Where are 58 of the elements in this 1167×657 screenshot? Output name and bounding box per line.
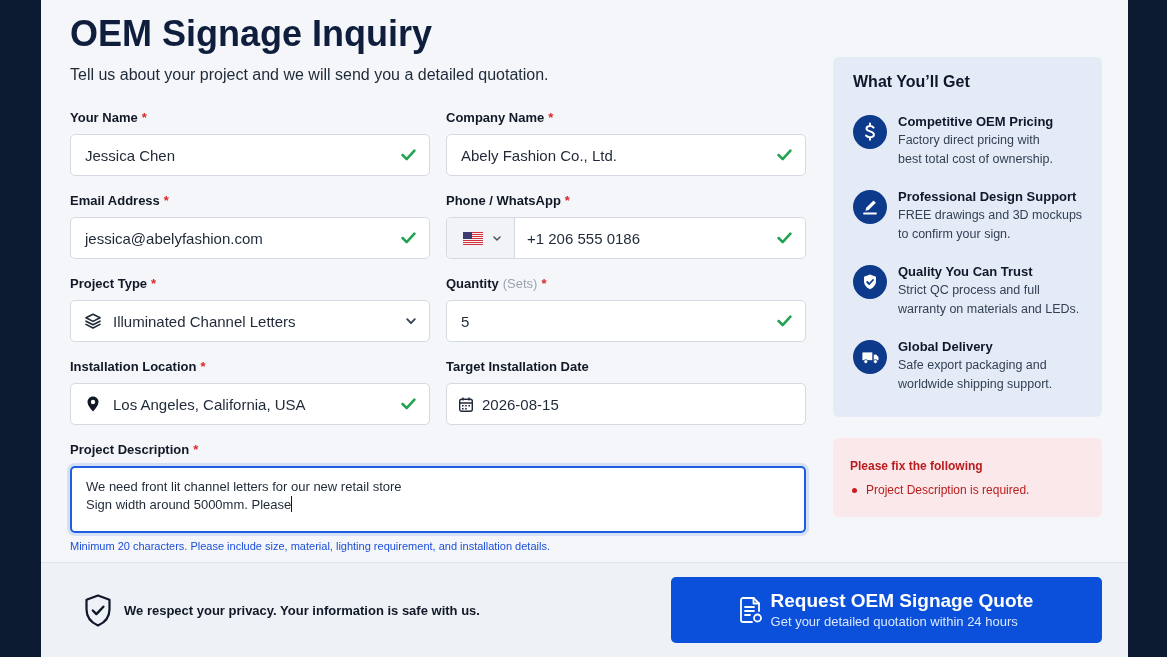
shield-check-icon [853,265,887,299]
field-label: Project Description [70,441,190,459]
field-label: Company Name [446,109,545,127]
field-label: Your Name [70,109,138,127]
field-label: Email Address [70,192,160,210]
benefit-description: Safe export packaging and worldwide shipping support. [898,357,1053,393]
truck-icon [853,340,887,374]
text-field[interactable]: jessica@abelyfashion.com [70,217,430,259]
field-label: Target Installation Date [446,358,589,376]
pencil-icon [853,190,887,224]
error-heading: Please fix the following [850,458,984,474]
panel-heading: What You’ll Get [853,72,971,92]
page-subtitle: Tell us about your project and we will send you a detailed quotation. [70,65,550,85]
date-field[interactable]: 2026-08-15 [446,383,806,425]
required-asterisk: * [141,109,147,127]
location-pin-icon [87,396,99,412]
text-field[interactable]: 5 [446,300,806,342]
required-asterisk: * [163,192,169,210]
field-label: Quantity [446,275,499,293]
unit-hint: (Sets) [502,275,538,293]
field-label: Project Type [70,275,148,293]
required-asterisk: * [193,441,199,459]
required-asterisk: * [151,275,157,293]
text-field[interactable]: Jessica Chen [70,134,430,176]
required-asterisk: * [548,109,554,127]
document-icon [739,597,762,623]
benefit-description: FREE drawings and 3D mockups to confirm your sign. [898,207,1083,243]
bullet-icon [852,487,857,493]
field-label: Installation Location [70,358,197,376]
error-message: Project Description is required. [866,482,1030,498]
field-label: Phone / WhatsApp [446,192,561,210]
required-asterisk: * [564,192,570,210]
textarea-field[interactable]: We need front lit channel letters for our new retail store Sign width around 5000mm. Please [70,466,806,533]
benefit-title: Competitive OEM Pricing [898,113,1054,131]
privacy-note: We respect your privacy. Your information is safe with us. [124,602,480,618]
shield-check-icon [84,593,112,627]
benefit-title: Professional Design Support [898,188,1077,206]
select-field[interactable]: Illuminated Channel Letters [70,300,430,342]
calendar-icon [459,396,473,412]
benefit-title: Quality You Can Trust [898,263,1033,281]
dollar-icon [853,115,887,149]
benefit-title: Global Delivery [898,338,993,356]
request-quote-button[interactable]: Request OEM Signage Quote Get your detailed quotation within 24 hours [671,577,1102,643]
helper-text: Minimum 20 characters. Please include size, material, lighting requirement, and installation details. [70,539,551,553]
text-field[interactable]: Abely Fashion Co., Ltd. [446,134,806,176]
flag-icon [463,231,483,245]
text-cursor-icon [291,496,293,512]
layers-icon [85,313,101,329]
country-select[interactable] [447,218,515,258]
benefit-description: Strict QC process and full warranty on materials and LEDs. [898,282,1080,318]
page-title: OEM Signage Inquiry [70,12,434,56]
phone-field[interactable]: +1 206 555 0186 [446,217,806,259]
required-asterisk: * [200,358,206,376]
benefit-description: Factory direct pricing with best total cost of ownership. [898,132,1053,168]
location-field[interactable]: Los Angeles, California, USA [70,383,430,425]
chevron-down-icon [406,317,416,325]
required-asterisk: * [541,275,547,293]
chevron-down-icon [493,235,501,241]
